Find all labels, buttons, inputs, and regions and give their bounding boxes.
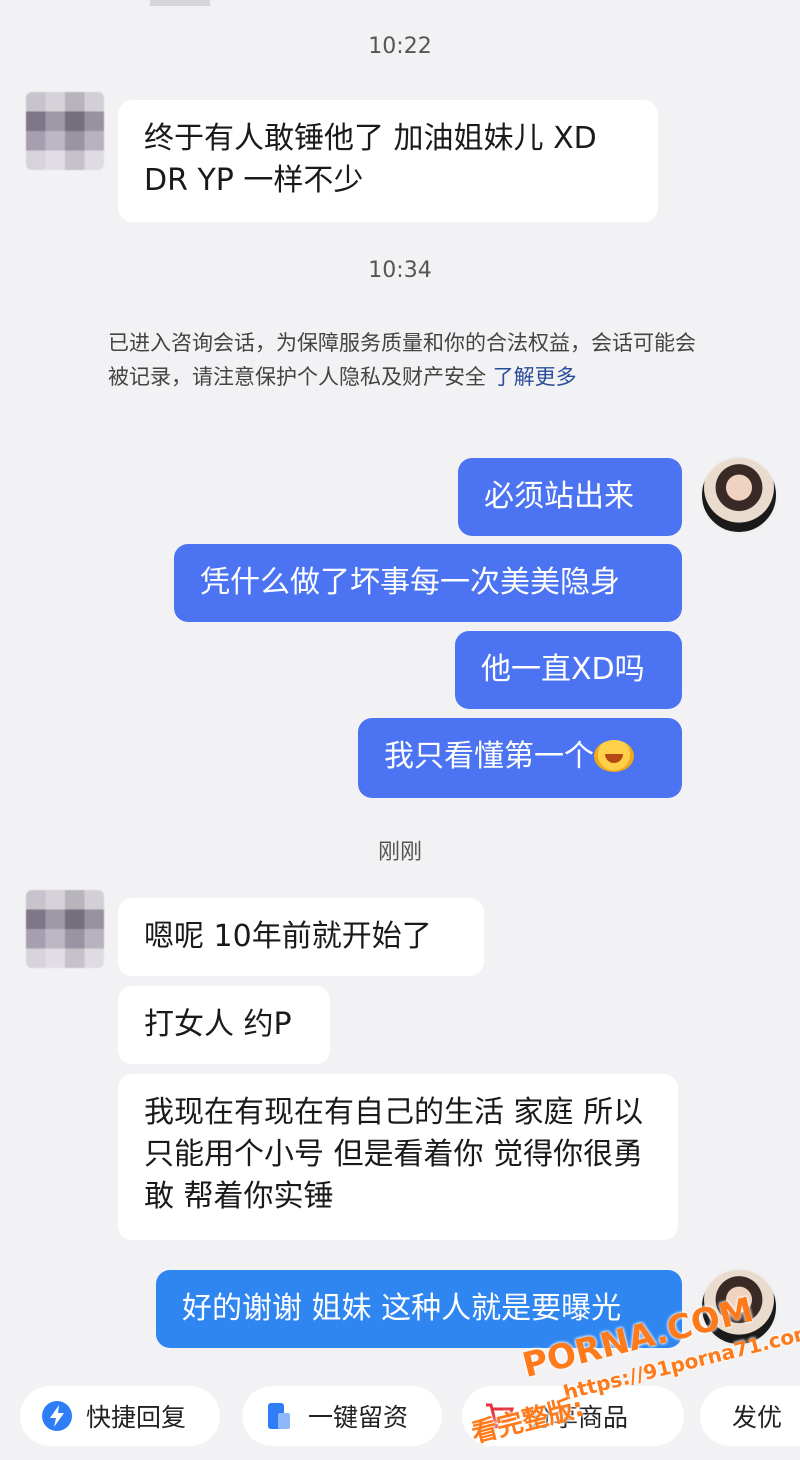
outgoing-message: 必须站出来 bbox=[458, 458, 682, 536]
message-text: 凭什么做了坏事每一次美美隐身 bbox=[200, 565, 620, 600]
timestamp: 10:22 bbox=[368, 34, 432, 59]
message-text: 必须站出来 bbox=[484, 479, 634, 514]
crying-laughing-emoji-icon bbox=[594, 740, 634, 772]
quick-action-bar: 快捷回复 一键留资 分享商品 发优 bbox=[0, 1378, 800, 1450]
contact-avatar[interactable] bbox=[26, 92, 104, 170]
contact-avatar[interactable] bbox=[26, 890, 104, 968]
outgoing-message: 他一直XD吗 bbox=[455, 631, 682, 709]
leave-info-button[interactable]: 一键留资 bbox=[242, 1386, 442, 1446]
message-text: 好的谢谢 姐妹 这种人就是要曝光 bbox=[182, 1291, 622, 1326]
quick-reply-label: 快捷回复 bbox=[86, 1403, 187, 1432]
message-text: 他一直XD吗 bbox=[481, 652, 645, 687]
message-text: 我现在有现在有自己的生活 家庭 所以只能用个小号 但是看着你 觉得你很勇敢 帮着… bbox=[144, 1095, 644, 1214]
incoming-message: 我现在有现在有自己的生活 家庭 所以只能用个小号 但是看着你 觉得你很勇敢 帮着… bbox=[118, 1074, 678, 1240]
incoming-message: 打女人 约P bbox=[118, 986, 330, 1064]
outgoing-message: 凭什么做了坏事每一次美美隐身 bbox=[174, 544, 682, 622]
incoming-message: 嗯呢 10年前就开始了 bbox=[118, 898, 484, 976]
message-text: 我只看懂第一个 bbox=[384, 739, 594, 774]
my-avatar[interactable] bbox=[700, 456, 778, 534]
message-text: 终于有人敢锤他了 加油姐妹儿 XD DR YP 一样不少 bbox=[144, 121, 597, 198]
system-notice: 已进入咨询会话，为保障服务质量和你的合法权益，会话可能会被记录，请注意保护个人隐… bbox=[108, 326, 708, 394]
timestamp: 刚刚 bbox=[377, 840, 422, 865]
timestamp: 10:34 bbox=[368, 258, 432, 283]
leave-info-label: 一键留资 bbox=[308, 1403, 409, 1432]
quick-reply-button[interactable]: 快捷回复 bbox=[20, 1386, 220, 1446]
message-text: 打女人 约P bbox=[144, 1007, 292, 1042]
incoming-message: 终于有人敢锤他了 加油姐妹儿 XD DR YP 一样不少 bbox=[118, 100, 658, 222]
lightning-icon bbox=[42, 1401, 72, 1431]
send-coupon-label: 发优 bbox=[732, 1403, 783, 1432]
outgoing-message: 我只看懂第一个 bbox=[358, 718, 682, 798]
learn-more-link[interactable]: 了解更多 bbox=[493, 365, 577, 389]
top-avatar-remnant bbox=[150, 0, 210, 6]
message-text: 嗯呢 10年前就开始了 bbox=[144, 919, 432, 954]
notice-text: 已进入咨询会话，为保障服务质量和你的合法权益，会话可能会被记录，请注意保护个人隐… bbox=[108, 331, 696, 389]
send-coupon-button[interactable]: 发优 bbox=[700, 1386, 800, 1446]
phone-form-icon bbox=[268, 1403, 290, 1429]
